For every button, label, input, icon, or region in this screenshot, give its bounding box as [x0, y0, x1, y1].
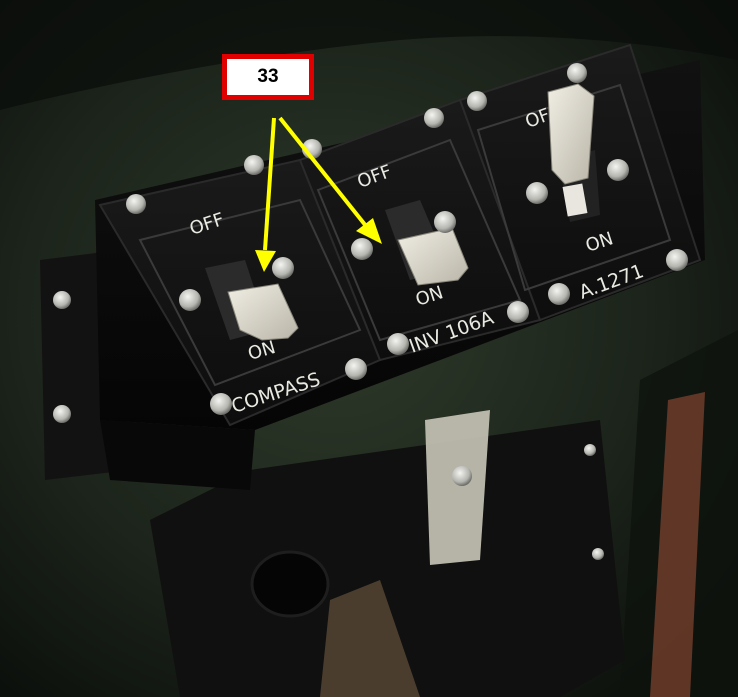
metal-strap	[425, 410, 490, 565]
callout-number-label: 33	[222, 54, 314, 100]
third-toggle-switch[interactable]	[547, 83, 595, 185]
round-knob	[250, 550, 330, 618]
cockpit-switch-panel-photo: OFF ON COMPASS OFF ON INV 106A OF ON A.1…	[0, 0, 738, 697]
